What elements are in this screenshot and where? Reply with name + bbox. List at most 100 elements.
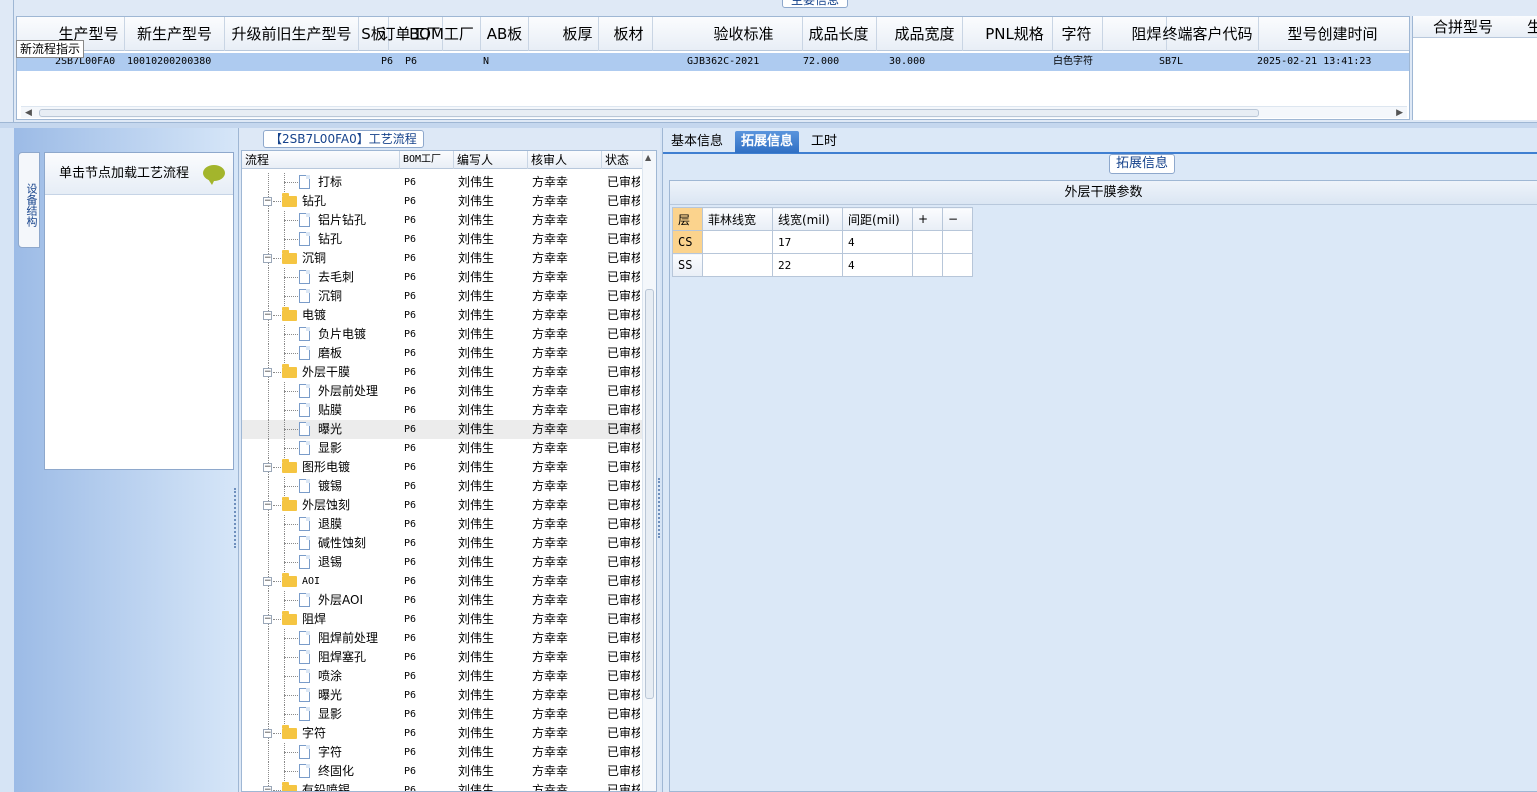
tree-folder-node[interactable]: − AOI P6 刘伟生 方幸幸 已审核 (242, 572, 642, 591)
tree-column-header[interactable]: BOM工厂 (400, 151, 454, 169)
grid-cell[interactable]: N (483, 53, 529, 71)
tree-file-node[interactable]: 外层AOI P6 刘伟生 方幸幸 已审核 (242, 591, 642, 610)
tree-file-node[interactable]: 字符 P6 刘伟生 方幸幸 已审核 (242, 743, 642, 762)
tree-column-header[interactable]: 编写人 (454, 151, 528, 169)
grid-cell[interactable]: 30.000 (889, 53, 963, 71)
tree-file-node[interactable]: 镀锡 P6 刘伟生 方幸幸 已审核 (242, 477, 642, 496)
scroll-up-icon[interactable]: ▲ (645, 153, 651, 162)
grid-cell[interactable] (607, 53, 653, 71)
param-column-header[interactable]: 层 (672, 207, 703, 231)
column-header[interactable]: AB板 (481, 17, 529, 51)
grid-cell[interactable]: 72.000 (803, 53, 877, 71)
param-cell-plus[interactable] (912, 230, 943, 254)
tree-file-node[interactable]: 打标 P6 刘伟生 方幸幸 已审核 (242, 173, 642, 192)
horizontal-scrollbar[interactable]: ◀ ▶ (21, 106, 1407, 118)
column-header[interactable]: 成品宽度 (887, 17, 963, 51)
vertical-scrollbar[interactable]: ▲ (642, 151, 656, 791)
tree-file-node[interactable]: 铝片钻孔 P6 刘伟生 方幸幸 已审核 (242, 211, 642, 230)
param-cell-plus[interactable] (912, 253, 943, 277)
tree-file-node[interactable]: 碱性蚀刻 P6 刘伟生 方幸幸 已审核 (242, 534, 642, 553)
collapse-toggle-icon[interactable]: − (263, 368, 272, 377)
tree-file-node[interactable]: 负片电镀 P6 刘伟生 方幸幸 已审核 (242, 325, 642, 344)
param-row[interactable]: CS 17 4 (672, 230, 973, 254)
tree-file-node[interactable]: 去毛刺 P6 刘伟生 方幸幸 已审核 (242, 268, 642, 287)
tree-file-node[interactable]: 终固化 P6 刘伟生 方幸幸 已审核 (242, 762, 642, 781)
table-row[interactable]: 2SB7L00FA0 10010200200380 P6 P6 N GJB362C-202… (17, 53, 1409, 71)
tree-folder-node[interactable]: − 外层蚀刻 P6 刘伟生 方幸幸 已审核 (242, 496, 642, 515)
nav-panel-header[interactable]: 单击节点加载工艺流程 (45, 153, 233, 195)
tree-file-node[interactable]: 沉铜 P6 刘伟生 方幸幸 已审核 (242, 287, 642, 306)
param-cell-minus[interactable] (942, 230, 973, 254)
param-cell-minus[interactable] (942, 253, 973, 277)
grid-cell[interactable] (559, 53, 599, 71)
tab-basic-info[interactable]: 基本信息 (665, 131, 729, 153)
tree-file-node[interactable]: 退锡 P6 刘伟生 方幸幸 已审核 (242, 553, 642, 572)
grid-cell[interactable]: SB7L (1159, 53, 1259, 71)
tree-file-node[interactable]: 外层前处理 P6 刘伟生 方幸幸 已审核 (242, 382, 642, 401)
tree-folder-node[interactable]: − 沉铜 P6 刘伟生 方幸幸 已审核 (242, 249, 642, 268)
tree-folder-node[interactable]: − 钻孔 P6 刘伟生 方幸幸 已审核 (242, 192, 642, 211)
column-header[interactable]: PNL规格 (977, 17, 1053, 51)
column-header[interactable]: 新生产型号 (125, 17, 225, 51)
tree-column-header[interactable]: 流程 (242, 151, 400, 169)
tree-file-node[interactable]: 显影 P6 刘伟生 方幸幸 已审核 (242, 439, 642, 458)
param-column-header[interactable]: 菲林线宽 (702, 207, 773, 231)
param-cell-spacing[interactable]: 4 (842, 253, 913, 277)
column-header[interactable]: 成品长度 (801, 17, 877, 51)
tree-file-node[interactable]: 阻焊塞孔 P6 刘伟生 方幸幸 已审核 (242, 648, 642, 667)
tree-folder-node[interactable]: − 外层干膜 P6 刘伟生 方幸幸 已审核 (242, 363, 642, 382)
param-cell-layer[interactable]: SS (672, 253, 703, 277)
dry-film-param-table[interactable]: 层菲林线宽 线宽(mil) 间距(mil) + − CS 17 4 SS 22 4 (672, 207, 973, 277)
grid-cell[interactable]: P6 (405, 53, 481, 71)
tree-folder-node[interactable]: − 字符 P6 刘伟生 方幸幸 已审核 (242, 724, 642, 743)
tree-folder-node[interactable]: − 有铅喷锡 P6 刘伟生 方幸幸 已审核 (242, 781, 642, 791)
column-header[interactable]: 终端客户代码 (1157, 17, 1259, 51)
column-header[interactable]: 型号创建时间 (1255, 17, 1409, 51)
param-cell-width[interactable]: 17 (772, 230, 843, 254)
param-cell-film_width[interactable] (702, 230, 773, 254)
collapse-toggle-icon[interactable]: − (263, 729, 272, 738)
param-cell-spacing[interactable]: 4 (842, 230, 913, 254)
param-cell-layer[interactable]: CS (672, 230, 703, 254)
tree-file-node[interactable]: 退膜 P6 刘伟生 方幸幸 已审核 (242, 515, 642, 534)
column-header[interactable]: 验收标准 (685, 17, 803, 51)
tree-file-node[interactable]: 钻孔 P6 刘伟生 方幸幸 已审核 (242, 230, 642, 249)
tree-file-node[interactable]: 贴膜 P6 刘伟生 方幸幸 已审核 (242, 401, 642, 420)
column-header[interactable]: BOM工厂 (403, 17, 481, 51)
scroll-thumb[interactable] (645, 289, 654, 699)
column-header[interactable]: 板厚 (557, 17, 599, 51)
scroll-left-icon[interactable]: ◀ (25, 107, 32, 119)
vertical-tab-equipment[interactable]: 设备结构 (18, 152, 40, 248)
tree-file-node[interactable]: 曝光 P6 刘伟生 方幸幸 已审核 (242, 686, 642, 705)
grid-cell[interactable]: GJB362C-2021 (687, 53, 803, 71)
tree-file-node[interactable]: 显影 P6 刘伟生 方幸幸 已审核 (242, 705, 642, 724)
tab-work-hours[interactable]: 工时 (805, 131, 843, 153)
remove-column-button[interactable]: − (942, 207, 973, 231)
add-column-button[interactable]: + (912, 207, 943, 231)
collapse-toggle-icon[interactable]: − (263, 786, 272, 791)
collapse-toggle-icon[interactable]: − (263, 311, 272, 320)
param-cell-width[interactable]: 22 (772, 253, 843, 277)
model-grid[interactable]: 生产型号 新生产型号 升级前旧生产型号 S板 订单工厂 BOM工厂 AB板 板厚 板材 验收标准成… (16, 16, 1410, 120)
collapse-toggle-icon[interactable]: − (263, 254, 272, 263)
collapse-toggle-icon[interactable]: − (263, 501, 272, 510)
grid-cell[interactable]: 2025-02-21 13:41:23 (1257, 53, 1409, 71)
process-tree[interactable]: 流程 BOM工厂 编写人 核审人 状态 打标 P6 刘伟生 方幸幸 已审核 − 钻孔 P6 刘伟生 方幸幸… (241, 150, 657, 792)
tree-folder-node[interactable]: − 阻焊 P6 刘伟生 方幸幸 已审核 (242, 610, 642, 629)
param-row[interactable]: SS 22 4 (672, 253, 973, 277)
grid-cell[interactable] (227, 53, 359, 71)
tree-column-header[interactable]: 核审人 (528, 151, 602, 169)
column-header[interactable]: 升级前旧生产型号 (225, 17, 359, 51)
scroll-right-icon[interactable]: ▶ (1396, 107, 1403, 119)
collapse-toggle-icon[interactable]: − (263, 577, 272, 586)
column-header[interactable]: 板材 (605, 17, 653, 51)
param-column-header[interactable]: 线宽(mil) (772, 207, 843, 231)
tree-column-header[interactable]: 状态 (602, 151, 646, 169)
scroll-thumb[interactable] (39, 109, 1259, 117)
collapse-toggle-icon[interactable]: − (263, 463, 272, 472)
grid-cell[interactable]: 10010200200380 (127, 53, 225, 71)
tree-folder-node[interactable]: − 电镀 P6 刘伟生 方幸幸 已审核 (242, 306, 642, 325)
tree-file-node[interactable]: 磨板 P6 刘伟生 方幸幸 已审核 (242, 344, 642, 363)
param-cell-film_width[interactable] (702, 253, 773, 277)
tree-file-node[interactable]: 喷涂 P6 刘伟生 方幸幸 已审核 (242, 667, 642, 686)
